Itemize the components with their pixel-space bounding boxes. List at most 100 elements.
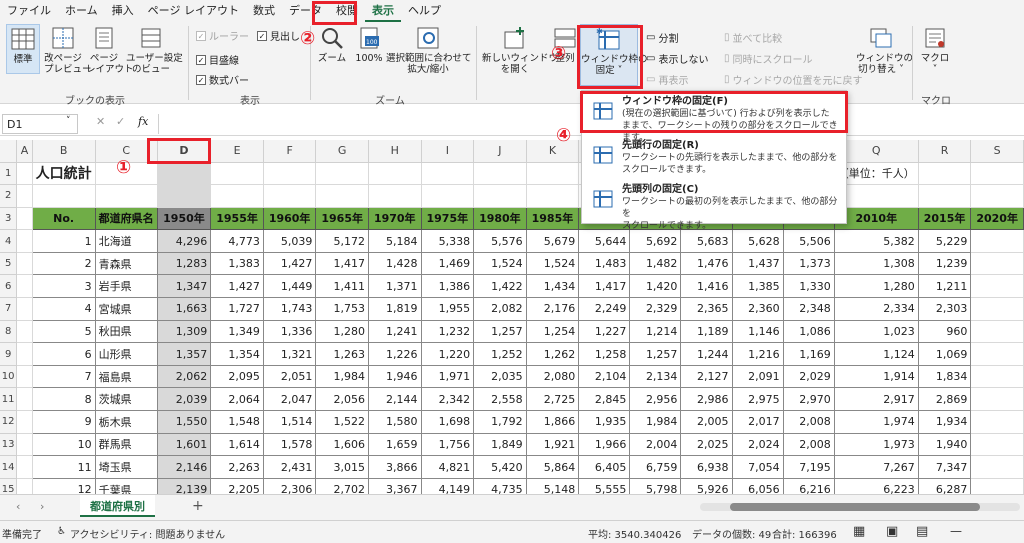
data-cell[interactable]: 5,926 — [680, 477, 733, 494]
data-cell[interactable]: 1,849 — [473, 432, 527, 457]
table-header[interactable]: 1965年 — [315, 206, 369, 231]
select-all-corner[interactable] — [0, 140, 18, 163]
data-cell[interactable]: 6,287 — [917, 477, 972, 494]
column-header[interactable]: J — [473, 140, 527, 163]
data-cell[interactable]: 1,417 — [578, 274, 631, 299]
data-cell[interactable]: 2,127 — [680, 364, 733, 389]
cell[interactable] — [263, 184, 317, 208]
cell[interactable] — [32, 184, 96, 208]
cell[interactable] — [263, 162, 317, 186]
data-cell[interactable]: 1,124 — [833, 342, 919, 366]
data-cell[interactable]: 4,149 — [420, 477, 475, 494]
table-header[interactable]: 1980年 — [473, 206, 527, 231]
data-cell[interactable]: 1,252 — [473, 342, 527, 366]
zoom-slider-icon[interactable]: — — [950, 524, 962, 538]
data-cell[interactable]: 1,550 — [156, 410, 212, 434]
cell[interactable] — [970, 433, 1024, 457]
table-header[interactable]: No. — [31, 206, 96, 231]
data-cell[interactable]: 7,347 — [917, 455, 972, 479]
data-cell[interactable]: 1,469 — [420, 251, 475, 276]
zoom-button[interactable]: ズーム — [314, 24, 350, 64]
cell[interactable] — [16, 387, 33, 412]
row-header[interactable]: 4 — [0, 229, 18, 253]
data-cell[interactable]: 1,437 — [731, 251, 784, 276]
data-cell[interactable]: 2,365 — [680, 297, 733, 321]
data-cell[interactable]: 1,514 — [262, 410, 317, 434]
data-cell[interactable]: 1,336 — [262, 319, 317, 344]
data-cell[interactable]: 1,698 — [420, 410, 475, 434]
data-cell[interactable]: 2,956 — [629, 387, 682, 412]
data-cell[interactable]: 1,216 — [731, 342, 784, 366]
data-cell[interactable]: 2,348 — [782, 297, 835, 321]
unhide-button[interactable]: ▭ 再表示 — [646, 72, 688, 87]
split-button[interactable]: ▭ 分割 — [646, 30, 678, 45]
data-cell[interactable]: 2,091 — [731, 364, 784, 389]
data-cell[interactable]: 2,004 — [629, 432, 682, 457]
data-cell[interactable]: 1,371 — [367, 274, 422, 299]
data-cell[interactable]: 1,023 — [833, 319, 919, 344]
cell[interactable] — [526, 162, 580, 186]
data-cell[interactable]: 5,382 — [833, 229, 919, 253]
data-cell[interactable]: 1,086 — [782, 319, 835, 344]
data-cell[interactable]: 960 — [917, 319, 972, 344]
data-cell[interactable]: 6,216 — [782, 477, 835, 494]
column-header[interactable]: H — [368, 140, 422, 163]
data-cell[interactable]: 1,257 — [473, 319, 527, 344]
data-cell[interactable]: 2,306 — [262, 477, 317, 494]
data-cell[interactable]: 1 — [31, 229, 96, 253]
data-cell[interactable]: 2,008 — [782, 410, 835, 434]
data-cell[interactable]: 1,934 — [917, 410, 972, 434]
data-cell[interactable]: 5,506 — [782, 229, 835, 253]
cell[interactable] — [16, 320, 33, 344]
data-cell[interactable]: 1,244 — [680, 342, 733, 366]
cell[interactable] — [368, 184, 422, 208]
data-cell[interactable]: 2,360 — [731, 297, 784, 321]
data-cell[interactable]: 1,257 — [629, 342, 682, 366]
data-cell[interactable]: 2,986 — [680, 387, 733, 412]
data-cell[interactable]: 1,935 — [578, 410, 631, 434]
cell[interactable] — [421, 184, 475, 208]
data-cell[interactable]: 5,576 — [473, 229, 527, 253]
row-header[interactable]: 6 — [0, 274, 18, 299]
data-cell[interactable]: 2,702 — [315, 477, 369, 494]
cell[interactable] — [368, 162, 422, 186]
cell[interactable] — [315, 184, 369, 208]
table-header[interactable]: 1950年 — [156, 206, 212, 231]
cell[interactable] — [918, 184, 972, 208]
menu-item-0[interactable]: ファイル — [0, 0, 58, 22]
row-header[interactable]: 1 — [0, 162, 18, 186]
table-header[interactable]: 2015年 — [917, 206, 972, 231]
freeze-option-2[interactable]: 先頭列の固定(C) ワークシートの最初の列を表示したままで、他の部分を スクロールで… — [582, 181, 848, 231]
data-cell[interactable]: 1,606 — [315, 432, 369, 457]
data-cell[interactable]: 1,411 — [315, 274, 369, 299]
data-cell[interactable]: 5,039 — [262, 229, 317, 253]
normal-view-status-icon[interactable]: ▦ — [853, 524, 865, 539]
table-header[interactable]: 都道府県名 — [94, 206, 158, 231]
page-layout-button[interactable]: ページ レイアウト — [86, 24, 134, 75]
row-header[interactable]: 11 — [0, 387, 18, 412]
cell[interactable] — [970, 252, 1024, 276]
data-cell[interactable]: 1,524 — [473, 251, 527, 276]
data-cell[interactable]: 2,056 — [315, 387, 369, 412]
data-cell[interactable]: 1,146 — [731, 319, 784, 344]
data-cell[interactable]: 1,966 — [578, 432, 631, 457]
cell[interactable] — [16, 478, 33, 494]
cell[interactable] — [16, 162, 33, 186]
data-cell[interactable]: 1,819 — [367, 297, 422, 321]
cell[interactable] — [970, 365, 1024, 389]
data-cell[interactable]: 1,940 — [917, 432, 972, 457]
data-cell[interactable]: 1,727 — [210, 297, 264, 321]
data-cell[interactable]: 2,869 — [917, 387, 972, 412]
cancel-icon[interactable]: ✕ — [96, 115, 105, 128]
data-cell[interactable]: 2,144 — [367, 387, 422, 412]
data-cell[interactable]: 千葉県 — [94, 477, 158, 494]
data-cell[interactable]: 2,146 — [156, 455, 212, 479]
data-cell[interactable]: 1,258 — [578, 342, 631, 366]
data-cell[interactable]: 8 — [31, 387, 96, 412]
scrollbar-thumb[interactable] — [730, 503, 980, 511]
pagebreak-preview-button[interactable]: 改ページ プレビュー — [44, 24, 92, 75]
gridlines-checkbox[interactable]: ✓ 目盛線 — [196, 52, 239, 67]
data-cell[interactable]: 1,422 — [473, 274, 527, 299]
data-cell[interactable]: 1,262 — [525, 342, 580, 366]
cell[interactable] — [970, 297, 1024, 321]
